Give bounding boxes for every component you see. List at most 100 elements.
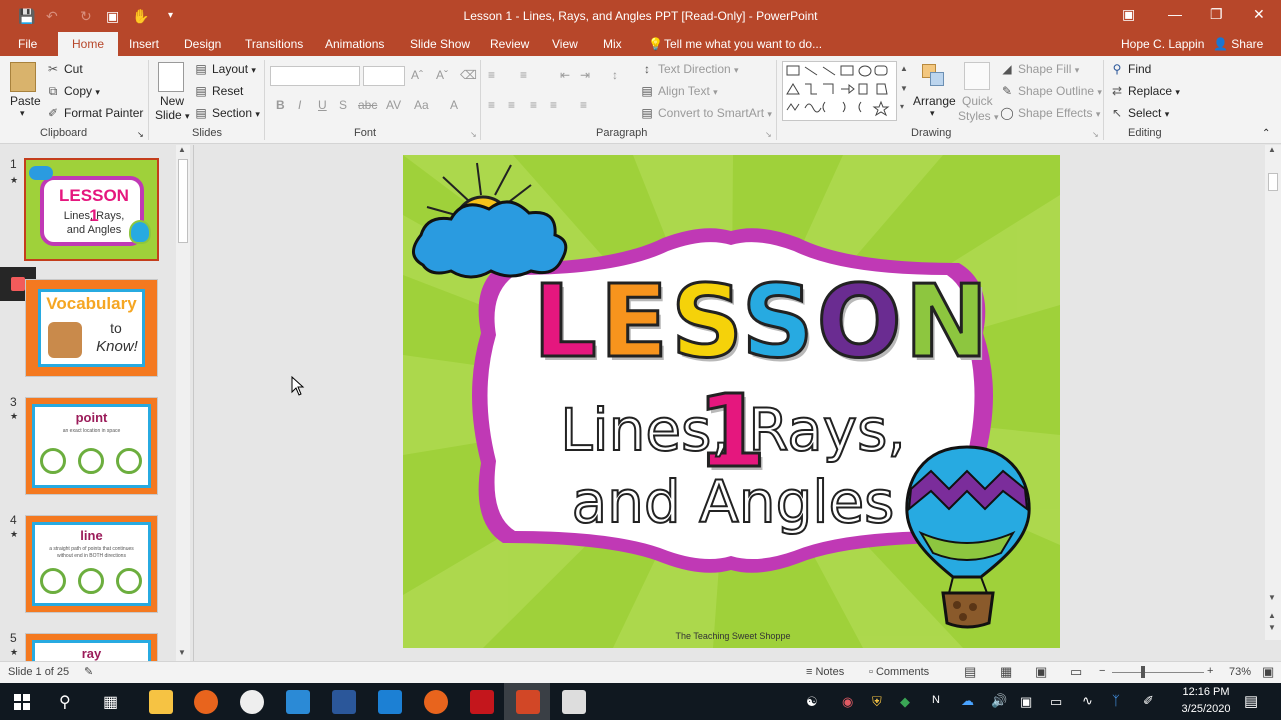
zoom-out-icon[interactable]: − xyxy=(1099,665,1105,677)
slide-scrollbar[interactable]: ▲ ▼ ▲ ▼ xyxy=(1265,145,1281,640)
minimize-button[interactable]: — xyxy=(1168,6,1182,22)
paste-button[interactable]: Paste xyxy=(10,94,41,108)
onedrive-icon[interactable]: ☁ xyxy=(961,693,974,709)
pen-tray-icon[interactable]: ✐ xyxy=(1143,693,1154,709)
itunes-icon[interactable] xyxy=(240,690,264,714)
underline-icon[interactable]: U xyxy=(318,98,327,112)
comments-button[interactable]: ▫ Comments xyxy=(869,666,929,678)
font-name-input[interactable] xyxy=(270,66,360,86)
clock-date[interactable]: 3/25/2020 xyxy=(1175,703,1237,715)
tab-file[interactable]: File xyxy=(18,37,37,51)
decrease-indent-icon[interactable]: ⇤ xyxy=(560,68,570,82)
wifi-icon[interactable]: ∿ xyxy=(1082,693,1093,709)
align-text-button[interactable]: ▤ Align Text ▾ xyxy=(640,84,717,98)
clock-time[interactable]: 12:16 PM xyxy=(1180,686,1232,698)
arrange-dropdown-icon[interactable]: ▾ xyxy=(930,108,935,119)
shape-outline-button[interactable]: ✎ Shape Outline ▾ xyxy=(1000,84,1102,98)
tab-insert[interactable]: Insert xyxy=(129,37,159,51)
reading-view-icon[interactable]: ▣ xyxy=(1035,664,1047,680)
tab-review[interactable]: Review xyxy=(490,37,529,51)
increase-font-icon[interactable]: Aˆ xyxy=(411,68,423,82)
fit-slide-icon[interactable]: ▣ xyxy=(1262,664,1274,680)
font-size-input[interactable] xyxy=(363,66,405,86)
layout-button[interactable]: ▤ Layout ▾ xyxy=(194,62,256,76)
photos-icon[interactable] xyxy=(562,690,586,714)
gallery-up-icon[interactable]: ▲ xyxy=(900,64,908,73)
text-shadow-icon[interactable]: S xyxy=(339,98,347,112)
increase-indent-icon[interactable]: ⇥ xyxy=(580,68,590,82)
thumbnail-slide-2[interactable]: Vocabulary to Know! xyxy=(25,279,158,377)
notes-button[interactable]: ≡ Notes xyxy=(806,666,844,678)
gallery-more-icon[interactable]: ▾ xyxy=(900,102,904,111)
store-icon[interactable] xyxy=(286,690,310,714)
font-launcher-icon[interactable]: ↘ xyxy=(470,130,477,139)
scroll-up-icon[interactable]: ▲ xyxy=(178,145,186,154)
align-center-icon[interactable]: ≡ xyxy=(508,98,515,112)
font-color-icon[interactable]: A xyxy=(450,98,458,112)
collapse-ribbon-icon[interactable]: ⌃ xyxy=(1262,128,1270,139)
powerpoint-icon[interactable] xyxy=(516,690,540,714)
tray-n-icon[interactable]: N xyxy=(932,694,940,706)
bluetooth-icon[interactable]: ᛉ xyxy=(1112,693,1120,708)
tab-transitions[interactable]: Transitions xyxy=(245,37,303,51)
columns-icon[interactable]: ≡ xyxy=(580,98,587,112)
shape-effects-button[interactable]: ◯ Shape Effects ▾ xyxy=(1000,106,1100,120)
thumbnail-slide-1[interactable]: LESSON 1 Lines, Rays, and Angles xyxy=(24,158,159,261)
word-icon[interactable] xyxy=(332,690,356,714)
select-button[interactable]: ↖ Select ▾ xyxy=(1110,106,1169,120)
firefox-icon-2[interactable] xyxy=(424,690,448,714)
ribbon-display-options-icon[interactable]: ▣ xyxy=(1122,6,1135,23)
character-spacing-icon[interactable]: AV xyxy=(386,98,401,112)
slideshow-view-icon[interactable]: ▭ xyxy=(1070,664,1082,680)
text-direction-button[interactable]: ↕ Text Direction ▾ xyxy=(640,62,739,76)
replace-button[interactable]: ⇄ Replace ▾ xyxy=(1110,84,1180,98)
tab-mix[interactable]: Mix xyxy=(603,37,622,51)
windows-start-icon[interactable] xyxy=(14,694,30,710)
scroll-thumb[interactable] xyxy=(1268,173,1278,191)
quick-styles-button[interactable]: Styles ▾ xyxy=(958,109,999,123)
bullets-icon[interactable]: ≡ xyxy=(488,68,495,82)
copy-button[interactable]: ⧉ Copy ▾ xyxy=(46,84,100,99)
search-icon[interactable]: ⚲ xyxy=(59,692,71,712)
find-button[interactable]: ⚲ Find xyxy=(1110,62,1152,76)
tray-app-2-icon[interactable]: ▣ xyxy=(1020,694,1032,710)
people-icon[interactable]: ☯ xyxy=(806,694,818,710)
tab-animations[interactable]: Animations xyxy=(325,37,384,51)
scroll-down-icon[interactable]: ▼ xyxy=(1268,593,1276,602)
battery-icon[interactable]: ▭ xyxy=(1050,694,1062,710)
firefox-icon[interactable] xyxy=(194,690,218,714)
task-view-icon[interactable]: ▦ xyxy=(103,692,118,712)
notifications-icon[interactable]: ▤ xyxy=(1244,692,1258,710)
scroll-up-icon[interactable]: ▲ xyxy=(1268,145,1276,154)
spelling-icon[interactable]: ✎ xyxy=(84,665,93,678)
slide-sorter-icon[interactable]: ▦ xyxy=(1000,664,1012,680)
main-slide-canvas[interactable]: LESSON 1 Lines, Rays, and Angles The Tea… xyxy=(403,155,1060,648)
reset-button[interactable]: ▤ Reset xyxy=(194,84,243,98)
close-button[interactable]: ✕ xyxy=(1253,6,1265,23)
zoom-in-icon[interactable]: + xyxy=(1207,665,1213,677)
mail-icon[interactable] xyxy=(378,690,402,714)
shapes-gallery[interactable] xyxy=(782,61,897,121)
convert-smartart-button[interactable]: ▤ Convert to SmartArt ▾ xyxy=(640,106,772,120)
tab-slide-show[interactable]: Slide Show xyxy=(410,37,470,51)
section-button[interactable]: ▤ Section ▾ xyxy=(194,106,260,120)
zoom-slider[interactable] xyxy=(1112,672,1204,673)
numbering-icon[interactable]: ≡ xyxy=(520,68,527,82)
acrobat-icon[interactable] xyxy=(470,690,494,714)
quick-styles-label-1[interactable]: Quick xyxy=(962,94,993,108)
paste-dropdown-icon[interactable]: ▾ xyxy=(20,108,25,119)
drawing-launcher-icon[interactable]: ↘ xyxy=(1092,130,1099,139)
share-button[interactable]: 👤 Share xyxy=(1213,37,1263,51)
pane-divider[interactable] xyxy=(193,145,194,661)
strikethrough-icon[interactable]: abc xyxy=(358,98,377,112)
italic-icon[interactable]: I xyxy=(298,98,301,112)
align-left-icon[interactable]: ≡ xyxy=(488,98,495,112)
line-spacing-icon[interactable]: ↕ xyxy=(612,68,618,82)
gallery-down-icon[interactable]: ▼ xyxy=(900,84,908,93)
normal-view-icon[interactable]: ▤ xyxy=(964,664,976,680)
decrease-font-icon[interactable]: Aˇ xyxy=(436,68,448,82)
paragraph-launcher-icon[interactable]: ↘ xyxy=(765,130,772,139)
scroll-thumb[interactable] xyxy=(178,159,188,243)
justify-icon[interactable]: ≡ xyxy=(550,98,557,112)
file-explorer-icon[interactable] xyxy=(149,690,173,714)
